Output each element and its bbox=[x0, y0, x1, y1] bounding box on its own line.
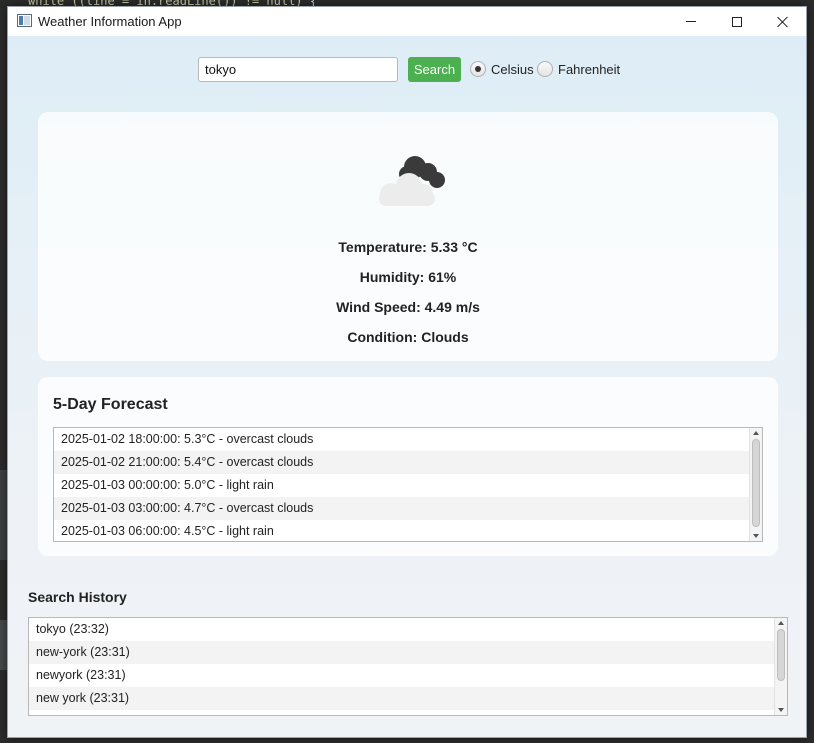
current-weather-card: Temperature: 5.33 °C Humidity: 61% Wind … bbox=[38, 112, 778, 361]
forecast-card: 5-Day Forecast 2025-01-02 18:00:00: 5.3°… bbox=[38, 377, 778, 556]
scroll-thumb[interactable] bbox=[752, 439, 760, 527]
scroll-down-icon[interactable] bbox=[778, 708, 784, 712]
app-window: Weather Information App tokyo Search Cel… bbox=[7, 6, 807, 738]
forecast-row[interactable]: 2025-01-02 18:00:00: 5.3°C - overcast cl… bbox=[54, 428, 762, 451]
scroll-up-icon[interactable] bbox=[753, 431, 759, 435]
celsius-label: Celsius bbox=[491, 61, 534, 77]
title-bar: Weather Information App bbox=[8, 7, 806, 36]
history-row[interactable]: new york (23:31) bbox=[29, 687, 787, 710]
close-button[interactable] bbox=[760, 7, 806, 36]
scroll-thumb[interactable] bbox=[777, 629, 785, 681]
radio-checked-icon bbox=[470, 61, 486, 77]
radio-unchecked-icon bbox=[537, 61, 553, 77]
maximize-button[interactable] bbox=[714, 7, 760, 36]
history-scrollbar[interactable] bbox=[774, 618, 787, 715]
forecast-list[interactable]: 2025-01-02 18:00:00: 5.3°C - overcast cl… bbox=[53, 427, 763, 542]
forecast-scrollbar[interactable] bbox=[749, 428, 762, 541]
forecast-rows: 2025-01-02 18:00:00: 5.3°C - overcast cl… bbox=[54, 428, 762, 541]
celsius-radio[interactable]: Celsius bbox=[470, 61, 534, 77]
search-button[interactable]: Search bbox=[408, 57, 461, 82]
maximize-icon bbox=[732, 16, 742, 27]
history-title: Search History bbox=[28, 589, 127, 605]
temperature-text: Temperature: 5.33 °C bbox=[338, 239, 478, 255]
forecast-title: 5-Day Forecast bbox=[53, 396, 168, 413]
search-history-list[interactable]: tokyo (23:32) new-york (23:31) newyork (… bbox=[28, 617, 788, 716]
scroll-down-icon[interactable] bbox=[753, 534, 759, 538]
minimize-button[interactable] bbox=[668, 7, 714, 36]
condition-text: Condition: Clouds bbox=[347, 329, 469, 345]
humidity-text: Humidity: 61% bbox=[359, 269, 457, 285]
window-app-icon bbox=[17, 14, 32, 27]
city-search-input[interactable]: tokyo bbox=[198, 57, 398, 82]
wind-speed-text: Wind Speed: 4.49 m/s bbox=[336, 299, 480, 315]
fahrenheit-label: Fahrenheit bbox=[558, 61, 621, 77]
scroll-up-icon[interactable] bbox=[778, 621, 784, 625]
history-row[interactable]: tokyo (23:32) bbox=[29, 618, 787, 641]
fahrenheit-radio[interactable]: Fahrenheit bbox=[537, 61, 620, 77]
forecast-row[interactable]: 2025-01-03 00:00:00: 5.0°C - light rain bbox=[54, 474, 762, 497]
forecast-row[interactable]: 2025-01-02 21:00:00: 5.4°C - overcast cl… bbox=[54, 451, 762, 474]
close-icon bbox=[777, 16, 789, 28]
forecast-row[interactable]: 2025-01-03 06:00:00: 4.5°C - light rain bbox=[54, 520, 762, 541]
history-rows: tokyo (23:32) new-york (23:31) newyork (… bbox=[29, 618, 787, 710]
minimize-icon bbox=[686, 21, 696, 22]
history-row[interactable]: newyork (23:31) bbox=[29, 664, 787, 687]
window-title: Weather Information App bbox=[38, 14, 182, 29]
history-row[interactable]: new-york (23:31) bbox=[29, 641, 787, 664]
cloud-icon bbox=[379, 156, 445, 206]
forecast-row[interactable]: 2025-01-03 03:00:00: 4.7°C - overcast cl… bbox=[54, 497, 762, 520]
